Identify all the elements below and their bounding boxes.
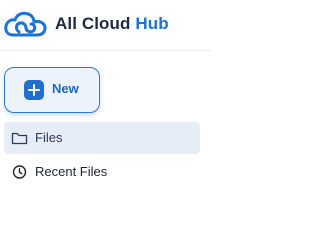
plus-icon [24,80,44,100]
brand-name-suffix: Hub [135,14,169,33]
nav-item-files[interactable]: Files [4,122,200,154]
nav-item-recent-files[interactable]: Recent Files [4,156,200,188]
new-button[interactable]: New [4,67,100,113]
clock-icon [12,165,27,179]
brand-header: All Cloud Hub [0,0,211,51]
sidebar: All Cloud Hub New Files Recent Files [0,0,211,252]
new-button-label: New [52,81,79,96]
nav-item-label: Files [35,130,63,145]
brand-name-prefix: All Cloud [55,14,131,33]
cloud-logo-icon [4,11,47,37]
brand-name: All Cloud Hub [55,14,169,34]
nav-item-label: Recent Files [35,164,108,179]
folder-icon [11,132,28,145]
